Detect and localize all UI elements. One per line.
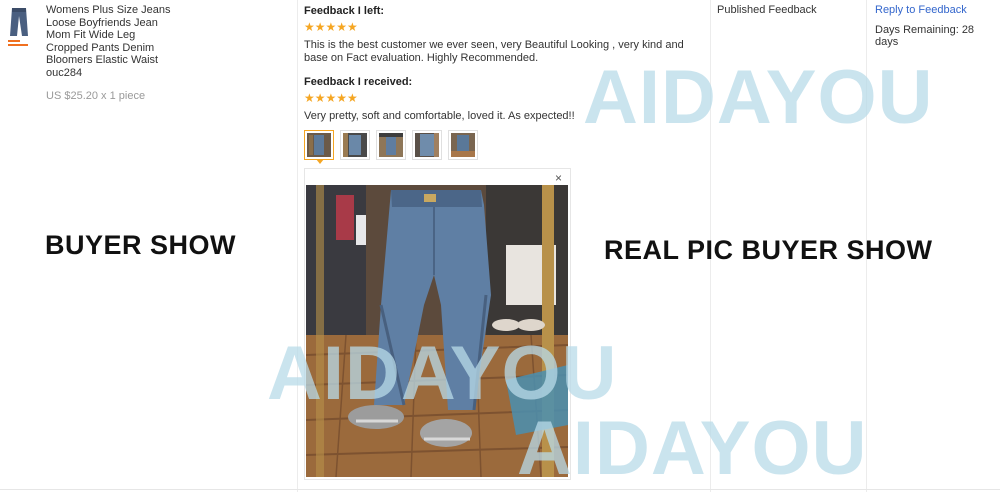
feedback-left-stars: ★★★★★	[304, 20, 358, 34]
product-name[interactable]: Womens Plus Size Jeans Loose Boyfriends …	[46, 4, 176, 79]
review-photo-thumb[interactable]	[304, 130, 334, 160]
close-icon[interactable]: ×	[555, 171, 562, 185]
product-thumbnail[interactable]	[4, 6, 36, 52]
review-photo-thumb[interactable]	[412, 130, 442, 160]
feedback-received-title: Feedback I received:	[304, 76, 413, 88]
product-price: US $25.20 x 1 piece	[46, 90, 146, 102]
published-feedback-status: Published Feedback	[717, 4, 817, 16]
real-pic-label: REAL PIC BUYER SHOW	[604, 235, 933, 265]
review-photo-thumb[interactable]	[376, 130, 406, 160]
review-photo-thumb[interactable]	[340, 130, 370, 160]
review-photo-thumb[interactable]	[448, 130, 478, 160]
watermark: AIDAYOU	[583, 55, 934, 140]
reply-to-feedback-link[interactable]: Reply to Feedback	[875, 4, 967, 16]
selected-indicator	[316, 159, 324, 164]
buyer-show-label: BUYER SHOW	[45, 230, 237, 260]
column-divider	[297, 0, 298, 492]
days-remaining: Days Remaining: 28 days	[875, 24, 975, 48]
feedback-left-title: Feedback I left:	[304, 5, 385, 17]
watermark: AIDAYOU	[267, 331, 618, 416]
feedback-received-stars: ★★★★★	[304, 91, 358, 105]
watermark: AIDAYOU	[517, 406, 868, 491]
